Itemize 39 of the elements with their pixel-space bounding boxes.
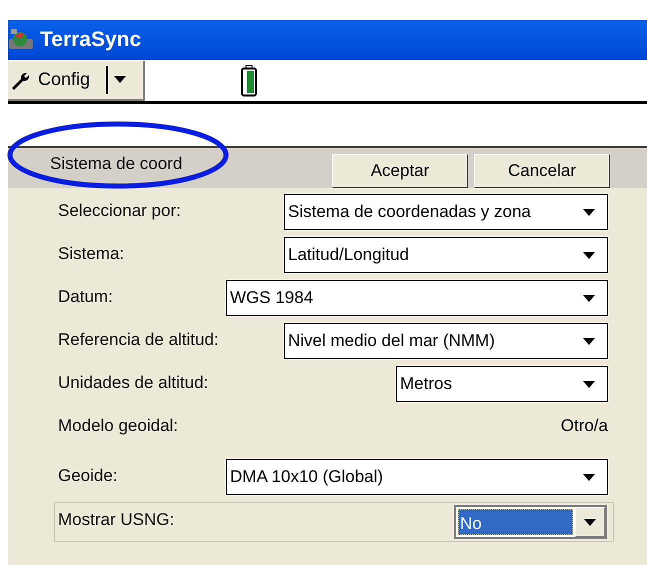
panel-title: Sistema de coord xyxy=(50,153,182,176)
caret-icon xyxy=(584,518,596,526)
caret-icon xyxy=(583,252,595,258)
caret-icon xyxy=(583,474,595,480)
dropdown-value: DMA 10x10 (Global) xyxy=(230,466,384,488)
battery-icon xyxy=(241,64,257,96)
dropdown-field[interactable]: Nivel medio del mar (NMM) xyxy=(284,323,608,359)
field-label: Unidades de altitud: xyxy=(58,372,208,394)
dropdown-field[interactable]: Latitud/Longitud xyxy=(284,237,608,273)
dropdown-value: No xyxy=(458,509,573,535)
field-label: Datum: xyxy=(58,286,113,308)
field-label: Referencia de altitud: xyxy=(58,329,219,351)
caret-icon xyxy=(583,294,595,302)
window-title: TerraSync xyxy=(40,27,142,54)
field-label: Sistema: xyxy=(58,243,124,265)
field-label: Modelo geoidal: xyxy=(58,415,178,437)
dropdown-value: Nivel medio del mar (NMM) xyxy=(288,330,495,352)
dialog-button[interactable]: Cancelar xyxy=(474,154,610,188)
dropdown-field[interactable]: No xyxy=(454,505,607,539)
dialog-button[interactable]: Aceptar xyxy=(332,154,468,188)
caret-icon xyxy=(583,380,595,388)
dropdown-value: Sistema de coordenadas y zona xyxy=(288,201,531,224)
dropdown-field[interactable]: WGS 1984 xyxy=(226,280,608,316)
caret-icon xyxy=(583,338,595,344)
dropdown-field[interactable]: Sistema de coordenadas y zona xyxy=(284,194,608,230)
dropdown-field[interactable]: Metros xyxy=(396,366,608,402)
field-label: Mostrar USNG: xyxy=(58,509,174,531)
caret-icon xyxy=(114,76,126,83)
dropdown-value: Metros xyxy=(400,373,452,396)
field-label: Geoide: xyxy=(58,465,118,487)
app-icon xyxy=(8,29,34,51)
dropdown-button[interactable] xyxy=(575,507,605,537)
dropdown-value: WGS 1984 xyxy=(230,287,314,310)
dropdown-field[interactable]: DMA 10x10 (Global) xyxy=(226,459,608,495)
dropdown-value: Latitud/Longitud xyxy=(288,244,409,266)
config-menu-button[interactable]: Config xyxy=(8,60,145,100)
caret-icon xyxy=(583,208,595,216)
field-value: Otro/a xyxy=(560,415,608,437)
field-label: Seleccionar por: xyxy=(58,200,181,222)
